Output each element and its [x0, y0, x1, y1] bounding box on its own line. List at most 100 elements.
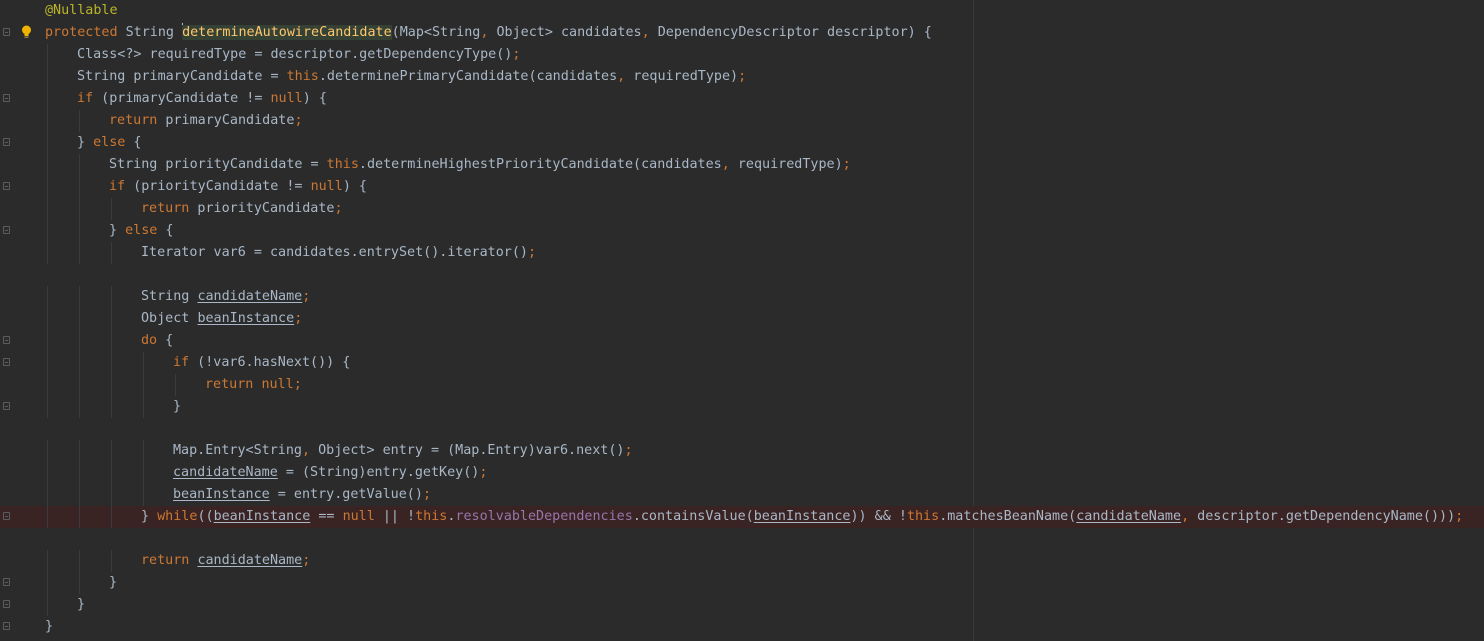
- fold-marker-icon[interactable]: [3, 226, 10, 234]
- code-token: DependencyDescriptor descriptor) {: [649, 25, 932, 40]
- keyword-token: null: [261, 377, 294, 392]
- code-text[interactable]: @Nullable: [45, 0, 118, 22]
- code-line[interactable]: [0, 264, 1484, 286]
- fold-marker-icon[interactable]: [3, 512, 10, 520]
- code-line[interactable]: candidateName = (String)entry.getKey();: [0, 462, 1484, 484]
- code-line[interactable]: Map.Entry<String, Object> entry = (Map.E…: [0, 440, 1484, 462]
- code-line[interactable]: beanInstance = entry.getValue();: [0, 484, 1484, 506]
- fold-marker-icon[interactable]: [3, 358, 10, 366]
- indent-guide: [79, 462, 80, 484]
- code-text[interactable]: }: [173, 396, 181, 418]
- code-line[interactable]: } else {: [0, 220, 1484, 242]
- code-text[interactable]: return null;: [205, 374, 302, 396]
- indent-guide: [111, 374, 112, 396]
- code-line[interactable]: String priorityCandidate = this.determin…: [0, 154, 1484, 176]
- code-line[interactable]: return null;: [0, 374, 1484, 396]
- code-text[interactable]: if (priorityCandidate != null) {: [109, 176, 367, 198]
- code-line[interactable]: @Nullable: [0, 0, 1484, 22]
- keyword-token: ;: [479, 465, 488, 480]
- code-text[interactable]: if (primaryCandidate != null) {: [77, 88, 327, 110]
- code-text[interactable]: }: [45, 616, 53, 638]
- code-area[interactable]: @Nullable protected String determineAutow…: [0, 0, 1484, 638]
- code-text[interactable]: Map.Entry<String, Object> entry = (Map.E…: [173, 440, 633, 462]
- code-line[interactable]: [0, 528, 1484, 550]
- fold-marker-icon[interactable]: [3, 578, 10, 586]
- indent-guide: [111, 506, 112, 528]
- code-text[interactable]: return priorityCandidate;: [141, 198, 343, 220]
- code-line[interactable]: }: [0, 572, 1484, 594]
- code-text[interactable]: String candidateName;: [141, 286, 310, 308]
- fold-marker-icon[interactable]: [3, 336, 10, 344]
- code-line[interactable]: if (!var6.hasNext()) {: [0, 352, 1484, 374]
- code-line[interactable]: do {: [0, 330, 1484, 352]
- fold-marker-icon[interactable]: [3, 138, 10, 146]
- code-line[interactable]: String candidateName;: [0, 286, 1484, 308]
- code-text[interactable]: return candidateName;: [141, 550, 310, 572]
- code-line[interactable]: }: [0, 396, 1484, 418]
- code-text[interactable]: protected String determineAutowireCandid…: [45, 22, 932, 44]
- keyword-token: ;: [422, 487, 431, 502]
- keyword-token: null: [310, 179, 343, 194]
- code-text[interactable]: return primaryCandidate;: [109, 110, 303, 132]
- indent-guide: [47, 440, 48, 462]
- code-line[interactable]: } else {: [0, 132, 1484, 154]
- code-text[interactable]: if (!var6.hasNext()) {: [173, 352, 350, 374]
- code-text[interactable]: Iterator var6 = candidates.entrySet().it…: [141, 242, 536, 264]
- fold-marker-icon[interactable]: [3, 622, 10, 630]
- code-line[interactable]: if (primaryCandidate != null) {: [0, 88, 1484, 110]
- code-line[interactable]: Iterator var6 = candidates.entrySet().it…: [0, 242, 1484, 264]
- code-line[interactable]: return priorityCandidate;: [0, 198, 1484, 220]
- code-line[interactable]: }: [0, 616, 1484, 638]
- code-token: }: [109, 575, 118, 590]
- reassigned-variable-token: beanInstance: [173, 487, 270, 502]
- code-text[interactable]: } else {: [109, 220, 174, 242]
- code-line[interactable]: return primaryCandidate;: [0, 110, 1484, 132]
- fold-marker-icon[interactable]: [3, 600, 10, 608]
- code-token: (Map<String: [391, 25, 481, 40]
- code-token: String: [141, 289, 198, 304]
- keyword-token: ;: [294, 311, 303, 326]
- lightbulb-icon[interactable]: [21, 25, 32, 40]
- code-token: ) {: [342, 179, 367, 194]
- code-text[interactable]: } while((beanInstance == null || !this.r…: [141, 506, 1463, 528]
- indent-guide: [47, 374, 48, 396]
- fold-marker-icon[interactable]: [3, 28, 10, 36]
- code-token: {: [157, 223, 174, 238]
- code-line-breakpoint[interactable]: } while((beanInstance == null || !this.r…: [0, 506, 1484, 528]
- code-text[interactable]: do {: [141, 330, 173, 352]
- code-line[interactable]: [0, 418, 1484, 440]
- code-text[interactable]: String priorityCandidate = this.determin…: [109, 154, 851, 176]
- fold-marker-icon[interactable]: [3, 94, 10, 102]
- code-text[interactable]: }: [109, 572, 117, 594]
- keyword-token: if: [77, 91, 94, 106]
- code-line[interactable]: if (priorityCandidate != null) {: [0, 176, 1484, 198]
- code-text[interactable]: Object beanInstance;: [141, 308, 302, 330]
- indent-guide: [47, 220, 48, 242]
- code-token: = entry.getValue(): [269, 487, 423, 502]
- code-text[interactable]: beanInstance = entry.getValue();: [173, 484, 431, 506]
- code-line[interactable]: Class<?> requiredType = descriptor.getDe…: [0, 44, 1484, 66]
- code-line[interactable]: protected String determineAutowireCandid…: [0, 22, 1484, 44]
- code-editor[interactable]: @Nullable protected String determineAutow…: [0, 0, 1484, 641]
- keyword-token: ;: [512, 47, 521, 62]
- code-text[interactable]: Class<?> requiredType = descriptor.getDe…: [77, 44, 520, 66]
- indent-guide: [47, 110, 48, 132]
- reassigned-variable-token: candidateName: [173, 465, 278, 480]
- code-text[interactable]: } else {: [77, 132, 142, 154]
- code-token: )) && !: [850, 509, 907, 524]
- keyword-token: this: [326, 157, 359, 172]
- code-text[interactable]: }: [77, 594, 85, 616]
- code-line[interactable]: return candidateName;: [0, 550, 1484, 572]
- code-text[interactable]: String primaryCandidate = this.determine…: [77, 66, 746, 88]
- indent-guide: [47, 132, 48, 154]
- fold-marker-icon[interactable]: [3, 402, 10, 410]
- indent-guide: [143, 440, 144, 462]
- code-line[interactable]: String primaryCandidate = this.determine…: [0, 66, 1484, 88]
- keyword-token: null: [342, 509, 375, 524]
- code-line[interactable]: }: [0, 594, 1484, 616]
- code-text[interactable]: candidateName = (String)entry.getKey();: [173, 462, 487, 484]
- code-line[interactable]: Object beanInstance;: [0, 308, 1484, 330]
- indent-guide: [143, 396, 144, 418]
- fold-marker-icon[interactable]: [3, 182, 10, 190]
- keyword-token: ;: [842, 157, 851, 172]
